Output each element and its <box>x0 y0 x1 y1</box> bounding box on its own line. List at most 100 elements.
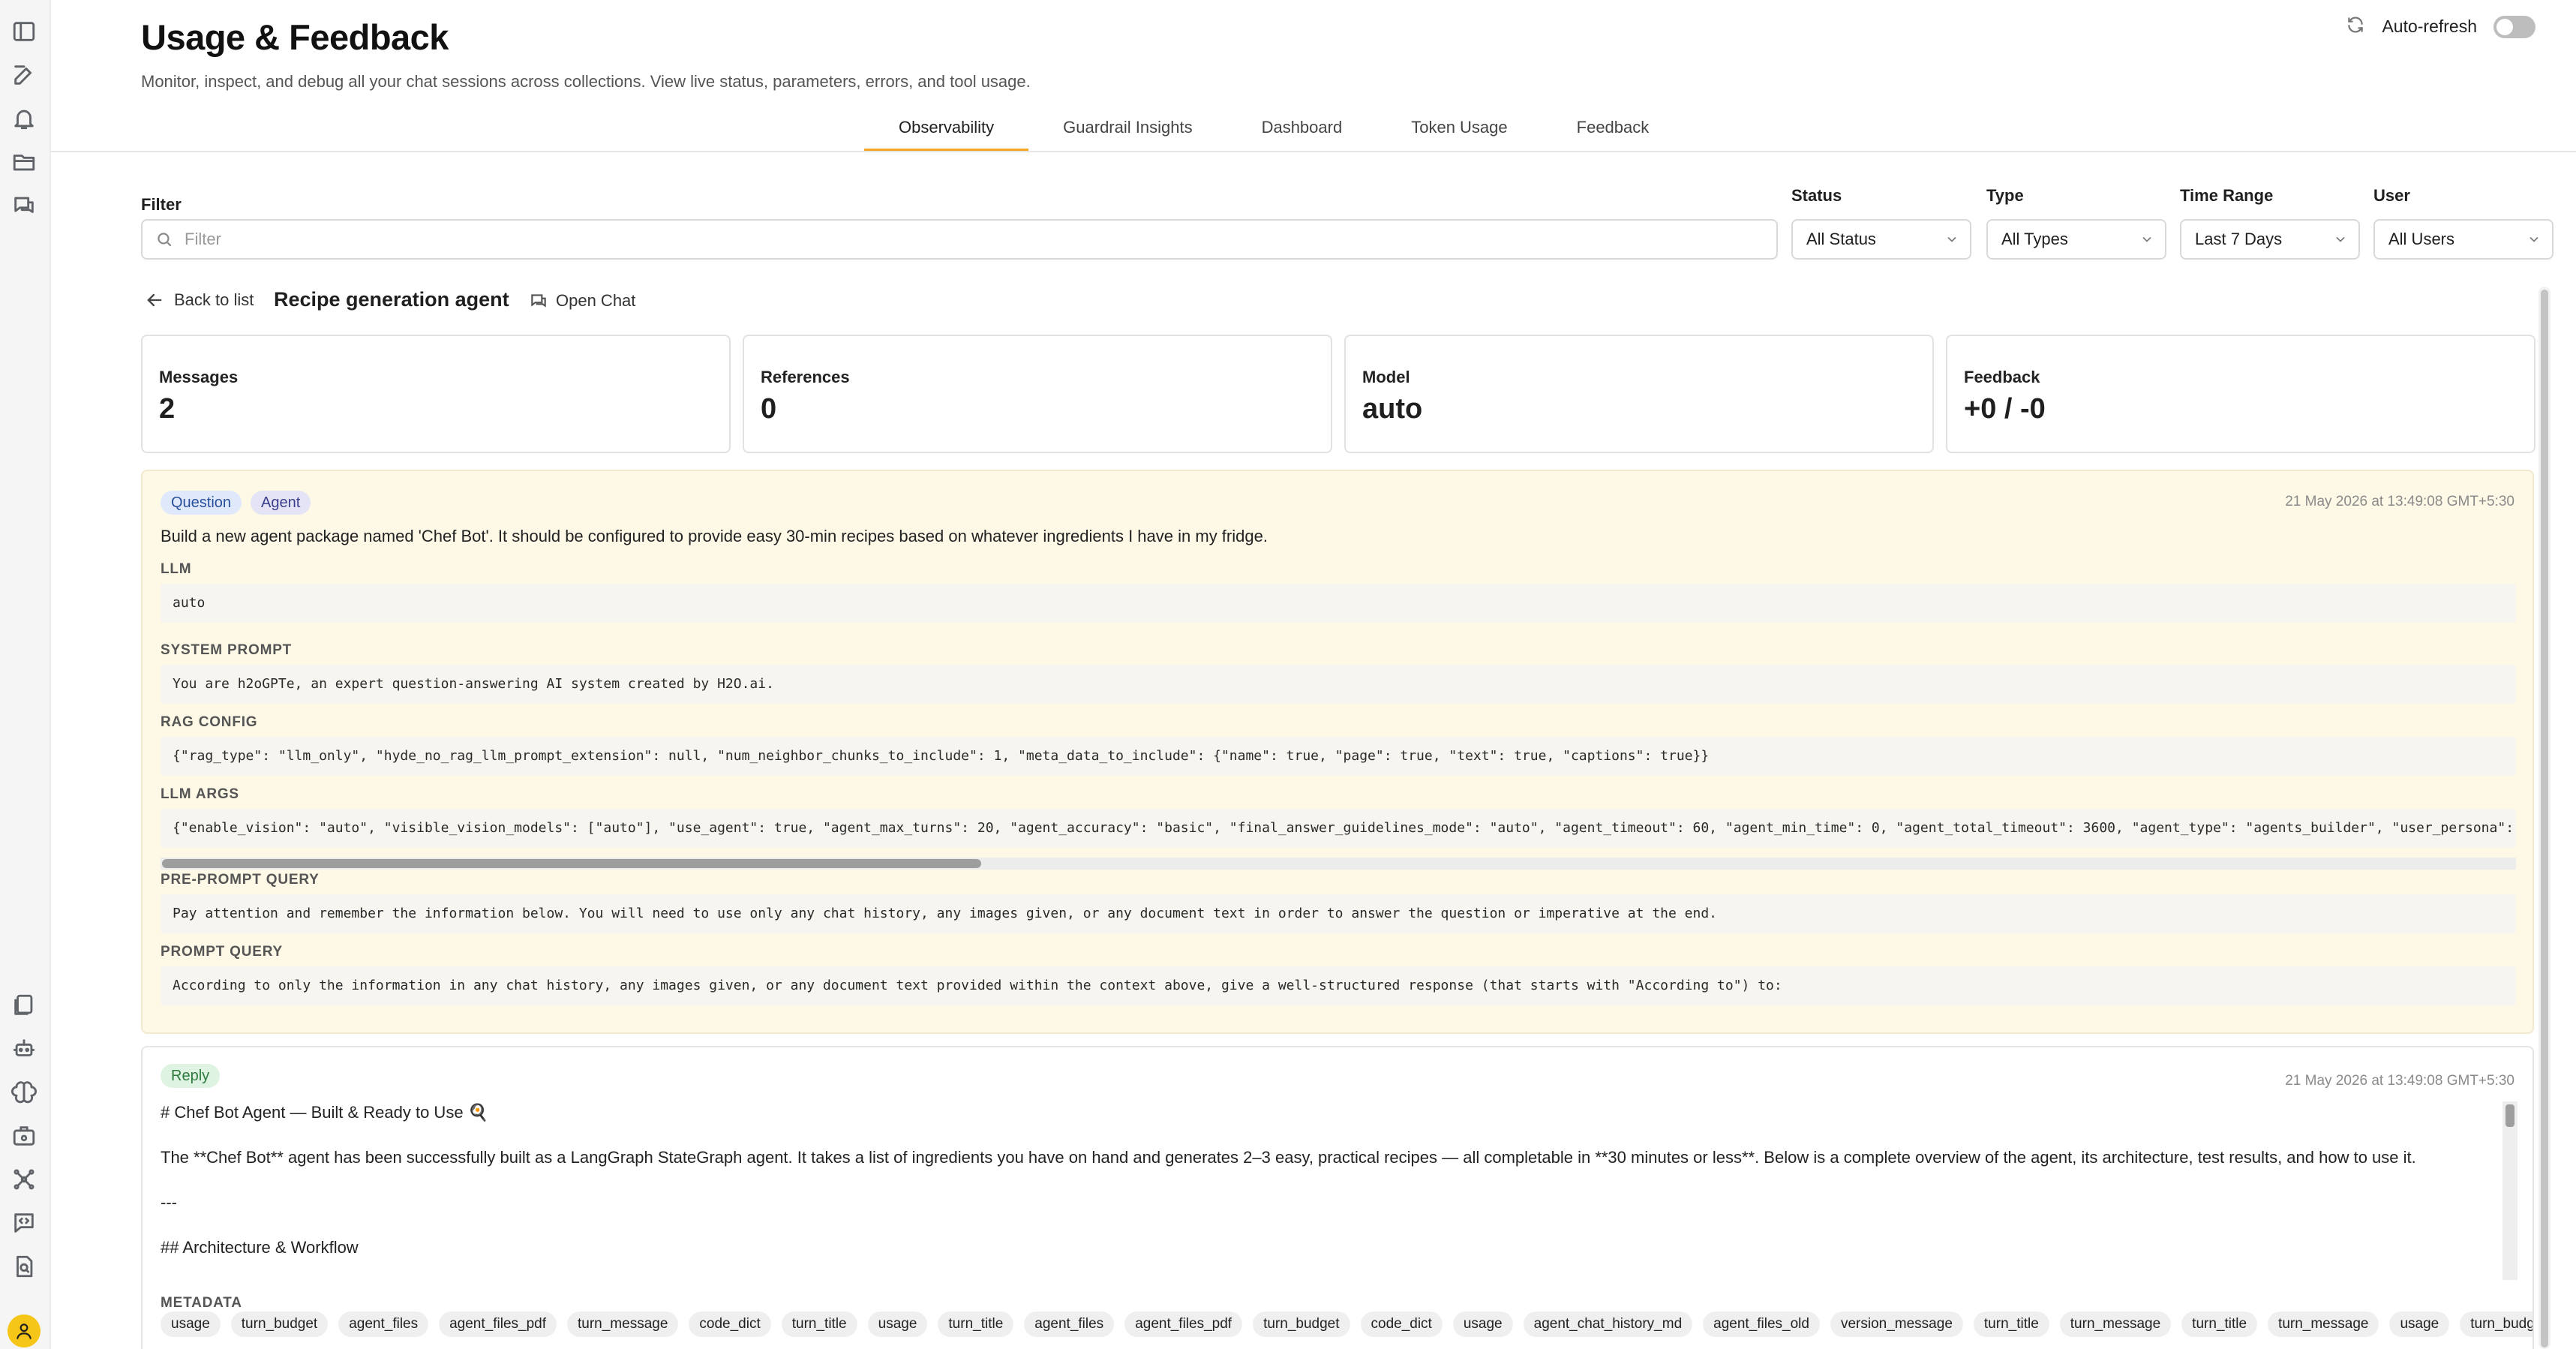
type-select[interactable]: All Types <box>1986 219 2166 260</box>
code-chat-icon[interactable] <box>11 1209 38 1236</box>
llm-args-label: LLM ARGS <box>161 786 239 802</box>
tab-bar: Observability Guardrail Insights Dashboa… <box>864 114 1683 152</box>
tabs-divider <box>51 151 2576 152</box>
metadata-chip: version_message <box>1830 1311 1963 1337</box>
stat-label: Feedback <box>1964 368 2040 386</box>
network-icon[interactable] <box>11 1166 38 1193</box>
stat-card-feedback: Feedback +0 / -0 <box>1946 335 2535 453</box>
stat-label: Messages <box>159 368 239 386</box>
filter-input[interactable]: Filter <box>141 219 1778 260</box>
sidebar-toggle-icon[interactable] <box>11 18 38 45</box>
brain-icon[interactable] <box>11 1079 38 1106</box>
reply-message: Reply 21 May 2026 at 13:49:08 GMT+5:30 #… <box>141 1046 2534 1349</box>
metadata-chip: turn_title <box>781 1311 857 1337</box>
system-prompt-label: SYSTEM PROMPT <box>161 642 293 658</box>
edit-icon[interactable] <box>11 62 38 89</box>
briefcase-icon[interactable] <box>11 1122 38 1149</box>
metadata-chip: turn_budget <box>230 1311 329 1337</box>
stat-label: References <box>761 368 850 386</box>
page-scrollbar[interactable] <box>2538 287 2550 1349</box>
scrollbar-thumb[interactable] <box>2505 1104 2514 1127</box>
auto-refresh-toggle[interactable] <box>2493 15 2535 38</box>
reply-subheading: ## Architecture & Workflow <box>161 1238 359 1257</box>
stat-card-model: Model auto <box>1344 335 1934 453</box>
user-label: User <box>2373 186 2410 205</box>
stat-label: Model <box>1362 368 1410 386</box>
question-timestamp: 21 May 2026 at 13:49:08 GMT+5:30 <box>2285 494 2514 509</box>
status-value: All Status <box>1806 230 1876 248</box>
prompt-query-value: According to only the information in any… <box>161 966 2516 1005</box>
llm-args-scrollbar[interactable] <box>161 858 2516 870</box>
scrollbar-thumb[interactable] <box>162 859 981 868</box>
refresh-icon[interactable] <box>2346 15 2365 38</box>
metadata-chip: usage <box>867 1311 928 1337</box>
metadata-chip: turn_title <box>938 1311 1014 1337</box>
llm-args-value: {"enable_vision": "auto", "visible_visio… <box>161 809 2516 848</box>
auto-refresh-label: Auto-refresh <box>2382 17 2477 36</box>
time-range-value: Last 7 Days <box>2195 230 2283 248</box>
llm-label: LLM <box>161 561 192 577</box>
auto-refresh-control: Auto-refresh <box>2346 15 2535 38</box>
chevron-down-icon <box>2142 236 2151 242</box>
page-subtitle: Monitor, inspect, and debug all your cha… <box>141 72 1031 91</box>
metadata-chip: agent_files_pdf <box>439 1311 557 1337</box>
metadata-chip: agent_chat_history_md <box>1523 1311 1693 1337</box>
stat-card-messages: Messages 2 <box>141 335 731 453</box>
prompt-query-label: PROMPT QUERY <box>161 944 284 960</box>
type-value: All Types <box>2001 230 2068 248</box>
metadata-chip: usage <box>1452 1311 1513 1337</box>
question-badge: Question <box>161 491 242 515</box>
robot-icon[interactable] <box>11 1035 38 1062</box>
metadata-chip: usage <box>2389 1311 2450 1337</box>
tab-observability[interactable]: Observability <box>864 114 1029 152</box>
metadata-chip: turn_message <box>567 1311 679 1337</box>
reply-timestamp: 21 May 2026 at 13:49:08 GMT+5:30 <box>2285 1073 2514 1089</box>
documents-icon[interactable] <box>11 992 38 1019</box>
scrollbar-thumb[interactable] <box>2541 290 2548 1347</box>
stat-card-references: References 0 <box>743 335 1332 453</box>
tab-feedback[interactable]: Feedback <box>1542 114 1684 152</box>
back-to-list-button[interactable]: Back to list <box>144 290 254 311</box>
llm-value: auto <box>161 584 2516 623</box>
folder-icon[interactable] <box>11 149 38 176</box>
metadata-chip: turn_message <box>2059 1311 2172 1337</box>
stat-value: +0 / -0 <box>1964 393 2046 425</box>
chat-icon <box>531 294 546 308</box>
reply-scrollbar[interactable] <box>2502 1101 2517 1280</box>
user-value: All Users <box>2388 230 2455 248</box>
reply-heading: # Chef Bot Agent — Built & Ready to Use … <box>161 1103 489 1122</box>
type-label: Type <box>1986 186 2024 205</box>
status-label: Status <box>1791 186 1842 205</box>
metadata-chip: turn_budget <box>1253 1311 1350 1337</box>
rag-config-value: {"rag_type": "llm_only", "hyde_no_rag_ll… <box>161 737 2516 776</box>
metadata-chip: turn_title <box>1973 1311 2049 1337</box>
tab-dashboard[interactable]: Dashboard <box>1227 114 1377 152</box>
open-chat-button[interactable]: Open Chat <box>529 291 635 311</box>
metadata-chip: usage <box>161 1311 221 1337</box>
chat-icon[interactable] <box>11 192 38 219</box>
arrow-left-icon <box>147 293 162 307</box>
status-select[interactable]: All Status <box>1791 219 1971 260</box>
metadata-label: METADATA <box>161 1295 242 1311</box>
metadata-chip: code_dict <box>1360 1311 1443 1337</box>
user-avatar[interactable] <box>8 1314 41 1347</box>
question-text: Build a new agent package named 'Chef Bo… <box>161 527 1268 545</box>
left-rail <box>0 0 51 1349</box>
chevron-down-icon <box>1947 236 1956 242</box>
metadata-chip: turn_title <box>2181 1311 2258 1337</box>
metadata-chips: usage turn_budget agent_files agent_file… <box>161 1311 2532 1337</box>
reply-paragraph: The **Chef Bot** agent has been successf… <box>161 1148 2416 1167</box>
user-select[interactable]: All Users <box>2373 219 2553 260</box>
back-label: Back to list <box>174 290 254 309</box>
question-message: Question Agent 21 May 2026 at 13:49:08 G… <box>141 470 2534 1034</box>
tab-guardrail-insights[interactable]: Guardrail Insights <box>1028 114 1226 152</box>
filter-label: Filter <box>141 195 182 214</box>
stat-value: 0 <box>761 393 777 425</box>
agent-title: Recipe generation agent <box>274 288 509 311</box>
bell-icon[interactable] <box>11 105 38 132</box>
metadata-chip: code_dict <box>689 1311 771 1337</box>
search-document-icon[interactable] <box>11 1253 38 1280</box>
time-range-select[interactable]: Last 7 Days <box>2180 219 2360 260</box>
metadata-chip: agent_files <box>338 1311 429 1337</box>
tab-token-usage[interactable]: Token Usage <box>1377 114 1542 152</box>
